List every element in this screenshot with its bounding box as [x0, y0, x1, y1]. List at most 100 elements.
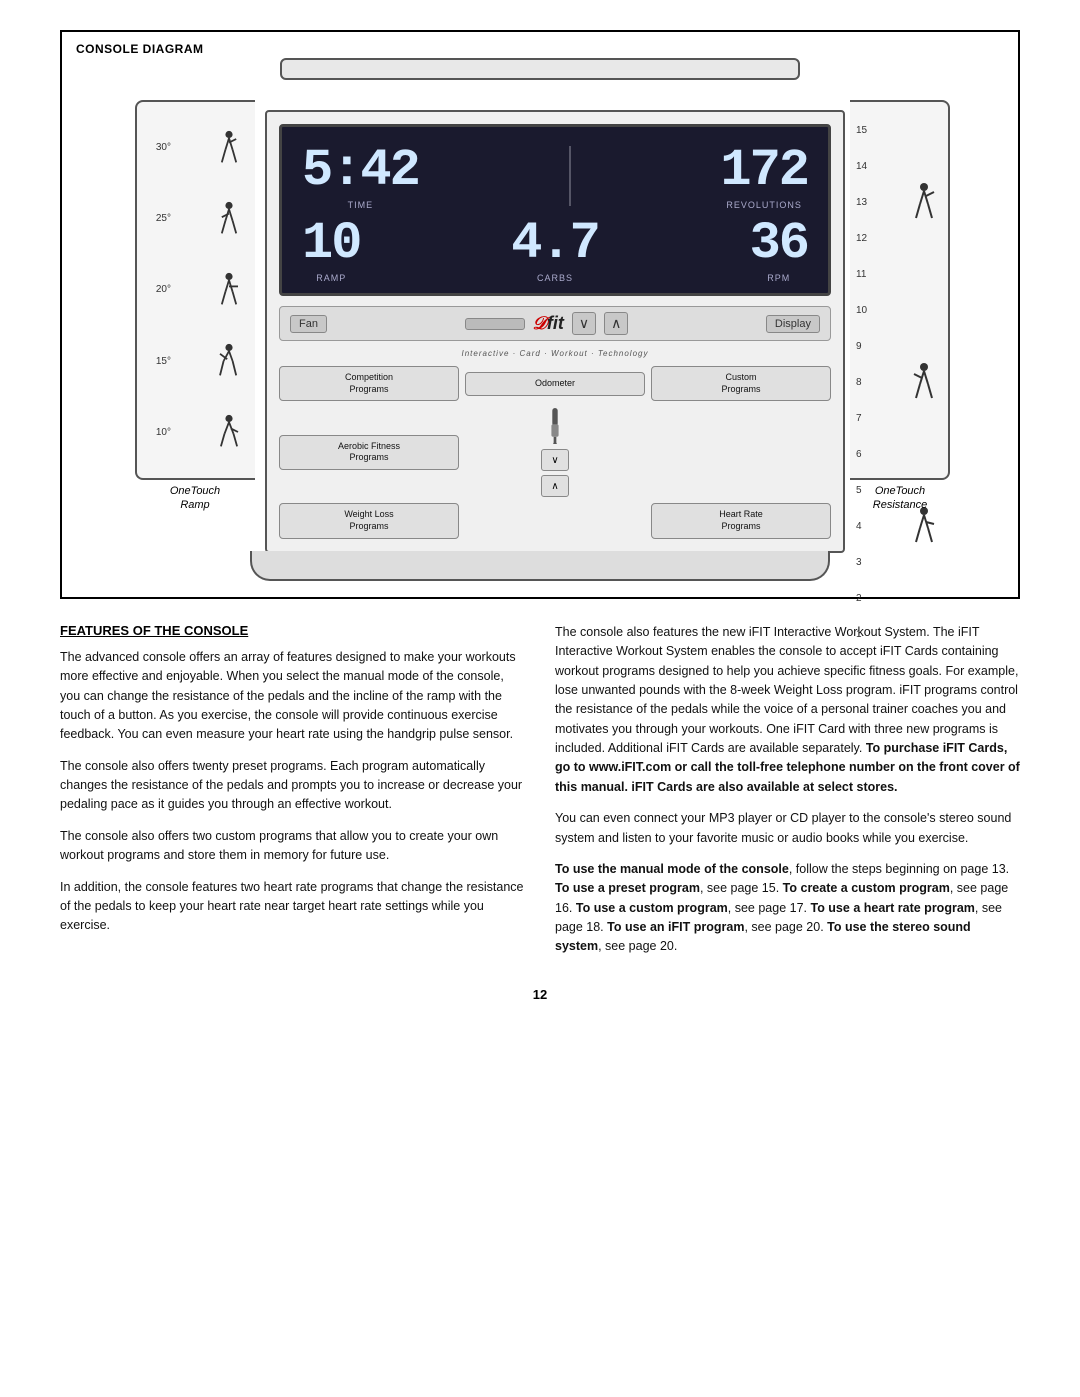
ramp-row-10: 10°: [143, 412, 249, 452]
resistance-figure-9: [906, 328, 942, 364]
p13-rest: , see page 20.: [598, 939, 677, 953]
ramp-degree-20: 20°: [143, 284, 171, 295]
ramp-figure-30: [209, 128, 249, 168]
ramp-degree-10: 10°: [143, 427, 171, 438]
ifit-logo-i: 𝒟: [533, 313, 547, 333]
resistance-figure-4: [906, 508, 942, 544]
ramp-label: RAMP: [316, 273, 346, 283]
ramp-degree-15: 15°: [143, 356, 171, 367]
display-col-time: 5:42 TIME: [302, 141, 419, 210]
carbs-label: CARBS: [537, 273, 573, 283]
paragraph-4: In addition, the console features two he…: [60, 878, 525, 936]
paragraph-1: The advanced console offers an array of …: [60, 648, 525, 745]
time-label: TIME: [348, 200, 374, 210]
resistance-row-15: 15: [856, 112, 942, 148]
connector-cell: ∨ ∧: [465, 407, 645, 497]
paragraph-5-text: The console also features the new iFIT I…: [555, 625, 1018, 755]
resistance-row-6: 6: [856, 436, 942, 472]
resistance-num-8: 8: [856, 377, 874, 388]
right-text: The console also features the new iFIT I…: [555, 623, 1020, 969]
paragraph-3: The console also offers two custom progr…: [60, 827, 525, 866]
resistance-num-11: 11: [856, 269, 874, 280]
competition-programs-button[interactable]: CompetitionPrograms: [279, 366, 459, 401]
display-area: 5:42 TIME 172 REVOLUTIONS 10: [279, 124, 831, 296]
resistance-num-12: 12: [856, 233, 874, 244]
resistance-figure-15: [906, 112, 942, 148]
resistance-num-15: 15: [856, 125, 874, 136]
programs-grid: CompetitionPrograms Odometer CustomProgr…: [279, 366, 831, 539]
resistance-num-5: 5: [856, 485, 874, 496]
right-panel-inner: 15 14 13: [850, 100, 950, 480]
resistance-figure-13: [906, 184, 942, 220]
ramp-degree-25: 25°: [143, 213, 171, 224]
left-ramp-panel: 30°: [125, 80, 265, 513]
paragraph-2: The console also offers twenty preset pr…: [60, 757, 525, 815]
features-heading: FEATURES OF THE CONSOLE: [60, 623, 525, 638]
p7-rest: , follow the steps beginning on page 13.: [789, 862, 1009, 876]
up-arrow-button[interactable]: ∧: [604, 312, 628, 335]
resistance-figure-3: [906, 544, 942, 580]
resistance-row-1: 1: [856, 616, 942, 652]
revolutions-label: REVOLUTIONS: [726, 200, 802, 210]
ramp-figure-25: [209, 199, 249, 239]
page-number: 12: [60, 987, 1020, 1002]
left-panel-inner: 30°: [135, 100, 255, 480]
console-diagram-label: CONSOLE DIAGRAM: [76, 42, 204, 56]
console-body: 30°: [78, 80, 1002, 553]
display-bottom-row: 10 RAMP 4.7 CARBS 36 RPM: [302, 214, 808, 283]
page: CONSOLE DIAGRAM 30°: [0, 0, 1080, 1397]
resistance-row-11: 11: [856, 256, 942, 292]
resistance-num-10: 10: [856, 305, 874, 316]
resistance-figure-6: [906, 436, 942, 472]
resistance-figure-7: [906, 400, 942, 436]
ramp-figure-15: [209, 341, 249, 381]
audio-jack: [541, 407, 569, 445]
carbs-value: 4.7: [511, 214, 599, 273]
p8-rest: , see page 15.: [700, 881, 779, 895]
resistance-figure-8: [906, 364, 942, 400]
odometer-button[interactable]: Odometer: [465, 372, 645, 396]
right-resistance-panel: 15 14 13: [845, 80, 955, 513]
resistance-figure-12: [906, 220, 942, 256]
ramp-row-20: 20°: [143, 270, 249, 310]
fan-button[interactable]: Fan: [290, 315, 327, 333]
console-top-bar: [280, 58, 800, 80]
resistance-num-13: 13: [856, 197, 874, 208]
nav-down-button[interactable]: ∨: [541, 449, 569, 471]
display-col-rpm: 36 RPM: [750, 214, 808, 283]
weight-loss-programs-button[interactable]: Weight LossPrograms: [279, 503, 459, 538]
main-console: 5:42 TIME 172 REVOLUTIONS 10: [265, 110, 845, 553]
p9-bold: To create a custom program: [783, 881, 950, 895]
ramp-row-25: 25°: [143, 199, 249, 239]
display-separator-1: [569, 146, 571, 206]
resistance-row-13: 13: [856, 184, 942, 220]
ramp-figure-10: [209, 412, 249, 452]
resistance-row-14: 14: [856, 148, 942, 184]
resistance-num-3: 3: [856, 557, 874, 568]
resistance-figure-1: [906, 616, 942, 652]
aerobic-fitness-programs-button[interactable]: Aerobic FitnessPrograms: [279, 435, 459, 470]
resistance-figure-10: [906, 292, 942, 328]
heart-rate-programs-button[interactable]: Heart RatePrograms: [651, 503, 831, 538]
resistance-num-2: 2: [856, 593, 874, 604]
ifit-subtitle: Interactive · Card · Workout · Technolog…: [279, 349, 831, 358]
onetouch-resistance-label: OneTouch Resistance: [873, 484, 927, 513]
down-arrow-button[interactable]: ∨: [572, 312, 596, 335]
display-button[interactable]: Display: [766, 315, 820, 333]
custom-programs-button[interactable]: CustomPrograms: [651, 366, 831, 401]
resistance-row-10: 10: [856, 292, 942, 328]
paragraph-6: You can even connect your MP3 player or …: [555, 809, 1020, 848]
rpm-value: 36: [750, 214, 808, 273]
diagram-container: 30°: [78, 48, 1002, 581]
time-value: 5:42: [302, 141, 419, 200]
card-slot[interactable]: [465, 318, 525, 330]
resistance-row-9: 9: [856, 328, 942, 364]
nav-up-button[interactable]: ∧: [541, 475, 569, 497]
p10-rest: , see page 17.: [728, 901, 807, 915]
resistance-num-9: 9: [856, 341, 874, 352]
content-section: FEATURES OF THE CONSOLE The advanced con…: [60, 623, 1020, 969]
ramp-row-30: 30°: [143, 128, 249, 168]
resistance-num-7: 7: [856, 413, 874, 424]
control-row: Fan 𝒟fit ∨ ∧ Display: [279, 306, 831, 341]
p7-bold: To use the manual mode of the console: [555, 862, 789, 876]
